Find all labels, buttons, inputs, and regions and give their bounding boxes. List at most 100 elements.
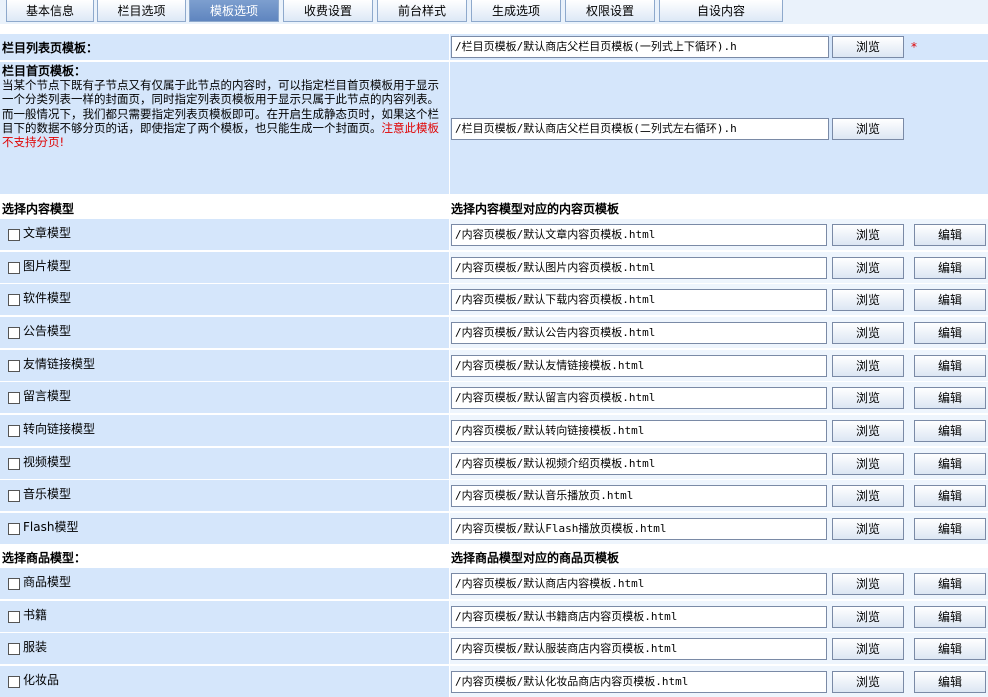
browse-button[interactable]: 浏览 <box>832 289 904 312</box>
content-model-template-input[interactable]: /内容页模板/默认留言内容页模板.html <box>451 387 827 410</box>
browse-button[interactable]: 浏览 <box>832 605 904 628</box>
edit-button[interactable]: 编辑 <box>914 452 986 475</box>
product-model-row: 商品模型/内容页模板/默认商店内容模板.html 浏览 编辑 <box>0 568 988 599</box>
edit-button[interactable]: 编辑 <box>914 638 986 661</box>
content-model-template-input[interactable]: /内容页模板/默认图片内容页模板.html <box>451 256 827 279</box>
product-model-checkbox[interactable] <box>8 643 20 656</box>
content-model-checkbox[interactable] <box>8 229 20 241</box>
content-model-row: 留言模型/内容页模板/默认留言内容页模板.html 浏览 编辑 <box>0 382 988 414</box>
edit-button[interactable]: 编辑 <box>914 354 986 377</box>
home-template-input[interactable]: /栏目页模板/默认商店父栏目页模板(二列式左右循环).h <box>451 118 829 140</box>
content-model-label: 友情链接模型 <box>23 356 96 371</box>
browse-button[interactable]: 浏览 <box>832 671 904 693</box>
content-model-row: 音乐模型/内容页模板/默认音乐播放页.html 浏览 编辑 <box>0 480 988 512</box>
browse-button[interactable]: 浏览 <box>832 452 904 475</box>
browse-button[interactable]: 浏览 <box>832 485 904 508</box>
edit-button[interactable]: 编辑 <box>914 518 986 541</box>
content-model-template-input[interactable]: /内容页模板/默认下载内容页模板.html <box>451 289 827 312</box>
content-model-label: 公告模型 <box>23 324 72 338</box>
product-section-header: 选择商品模型： 选择商品模型对应的商品页模板 <box>0 545 988 567</box>
product-model-template-input[interactable]: /内容页模板/默认服装商店内容页模板.html <box>451 638 827 661</box>
content-model-label: 图片模型 <box>23 258 72 273</box>
content-model-template-input[interactable]: /内容页模板/默认公告内容页模板.html <box>451 322 827 344</box>
browse-button[interactable]: 浏览 <box>832 256 904 279</box>
browse-button[interactable]: 浏览 <box>832 518 904 541</box>
content-model-template-input[interactable]: /内容页模板/默认转向链接模板.html <box>451 420 827 443</box>
edit-button[interactable]: 编辑 <box>914 573 986 595</box>
edit-button[interactable]: 编辑 <box>914 387 986 410</box>
browse-button[interactable]: 浏览 <box>832 638 904 661</box>
content-model-template-input[interactable]: /内容页模板/默认友情链接模板.html <box>451 354 827 377</box>
content-model-template-input[interactable]: /内容页模板/默认视频介绍页模板.html <box>451 452 827 475</box>
tab-0[interactable]: 基本信息 <box>6 0 94 22</box>
content-model-checkbox[interactable] <box>8 261 20 274</box>
product-model-checkbox[interactable] <box>8 610 20 623</box>
home-template-label: 栏目首页模板： <box>2 64 87 78</box>
edit-button[interactable]: 编辑 <box>914 224 986 246</box>
content-model-row: 友情链接模型/内容页模板/默认友情链接模板.html 浏览 编辑 <box>0 349 988 381</box>
content-model-label: 转向链接模型 <box>23 422 96 437</box>
content-left-header: 选择内容模型 <box>2 202 75 216</box>
content-model-checkbox[interactable] <box>8 294 20 307</box>
content-model-checkbox[interactable] <box>8 457 20 470</box>
content-model-checkbox[interactable] <box>8 327 20 339</box>
content-model-template-input[interactable]: /内容页模板/默认音乐播放页.html <box>451 485 827 508</box>
product-model-label: 书籍 <box>23 607 48 622</box>
content-model-checkbox[interactable] <box>8 392 20 405</box>
product-right-header: 选择商品模型对应的商品页模板 <box>451 551 620 565</box>
home-template-browse-button[interactable]: 浏览 <box>832 118 904 140</box>
browse-button[interactable]: 浏览 <box>832 387 904 410</box>
product-model-row: 书籍/内容页模板/默认书籍商店内容页模板.html 浏览 编辑 <box>0 600 988 632</box>
tab-2[interactable]: 模板选项 <box>189 0 279 22</box>
content-model-checkbox[interactable] <box>8 425 20 438</box>
tab-4[interactable]: 前台样式 <box>377 0 467 22</box>
product-model-checkbox[interactable] <box>8 676 20 688</box>
tab-7[interactable]: 自设内容 <box>659 0 783 22</box>
content-right-header: 选择内容模型对应的内容页模板 <box>451 202 620 216</box>
edit-button[interactable]: 编辑 <box>914 671 986 693</box>
list-template-input[interactable]: /栏目页模板/默认商店父栏目页模板(一列式上下循环).h <box>451 36 829 58</box>
product-model-template-input[interactable]: /内容页模板/默认化妆品商店内容页模板.html <box>451 671 827 693</box>
browse-button[interactable]: 浏览 <box>832 322 904 344</box>
product-model-template-input[interactable]: /内容页模板/默认书籍商店内容页模板.html <box>451 605 827 628</box>
content-model-checkbox[interactable] <box>8 490 20 503</box>
product-model-label: 化妆品 <box>23 673 60 687</box>
content-model-checkbox[interactable] <box>8 523 20 536</box>
edit-button[interactable]: 编辑 <box>914 289 986 312</box>
edit-button[interactable]: 编辑 <box>914 420 986 443</box>
content-model-label: 文章模型 <box>23 226 72 240</box>
home-template-row: 栏目首页模板： 当某个节点下既有子节点又有仅属于此节点的内容时，可以指定栏目首页… <box>0 62 988 194</box>
browse-button[interactable]: 浏览 <box>832 354 904 377</box>
home-template-text: 当某个节点下既有子节点又有仅属于此节点的内容时，可以指定栏目首页模板用于显示一个… <box>2 78 439 135</box>
list-template-browse-button[interactable]: 浏览 <box>832 36 904 58</box>
content-model-row: 图片模型/内容页模板/默认图片内容页模板.html 浏览 编辑 <box>0 251 988 283</box>
browse-button[interactable]: 浏览 <box>832 573 904 595</box>
edit-button[interactable]: 编辑 <box>914 256 986 279</box>
edit-button[interactable]: 编辑 <box>914 605 986 628</box>
content-model-row: 软件模型/内容页模板/默认下载内容页模板.html 浏览 编辑 <box>0 284 988 316</box>
content-model-row: 公告模型/内容页模板/默认公告内容页模板.html 浏览 编辑 <box>0 317 988 348</box>
tab-1[interactable]: 栏目选项 <box>97 0 186 22</box>
product-model-checkbox[interactable] <box>8 578 20 590</box>
home-template-description: 栏目首页模板： 当某个节点下既有子节点又有仅属于此节点的内容时，可以指定栏目首页… <box>2 64 448 149</box>
content-model-label: 视频模型 <box>23 454 72 469</box>
edit-button[interactable]: 编辑 <box>914 322 986 344</box>
content-model-label: Flash模型 <box>23 520 79 535</box>
required-star: * <box>911 40 917 54</box>
list-template-label: 栏目列表页模板： <box>2 41 99 55</box>
content-model-template-input[interactable]: /内容页模板/默认文章内容页模板.html <box>451 224 827 246</box>
browse-button[interactable]: 浏览 <box>832 420 904 443</box>
browse-button[interactable]: 浏览 <box>832 224 904 246</box>
content-model-row: 视频模型/内容页模板/默认视频介绍页模板.html 浏览 编辑 <box>0 447 988 479</box>
tab-3[interactable]: 收费设置 <box>283 0 373 22</box>
edit-button[interactable]: 编辑 <box>914 485 986 508</box>
product-model-label: 商品模型 <box>23 575 72 589</box>
tab-6[interactable]: 权限设置 <box>565 0 655 22</box>
product-left-header: 选择商品模型： <box>2 551 87 565</box>
tab-5[interactable]: 生成选项 <box>471 0 561 22</box>
content-model-row: Flash模型/内容页模板/默认Flash播放页模板.html 浏览 编辑 <box>0 513 988 545</box>
list-template-row: 栏目列表页模板： /栏目页模板/默认商店父栏目页模板(一列式上下循环).h 浏览… <box>0 34 988 60</box>
content-model-template-input[interactable]: /内容页模板/默认Flash播放页模板.html <box>451 518 827 541</box>
content-model-checkbox[interactable] <box>8 359 20 372</box>
product-model-template-input[interactable]: /内容页模板/默认商店内容模板.html <box>451 573 827 595</box>
